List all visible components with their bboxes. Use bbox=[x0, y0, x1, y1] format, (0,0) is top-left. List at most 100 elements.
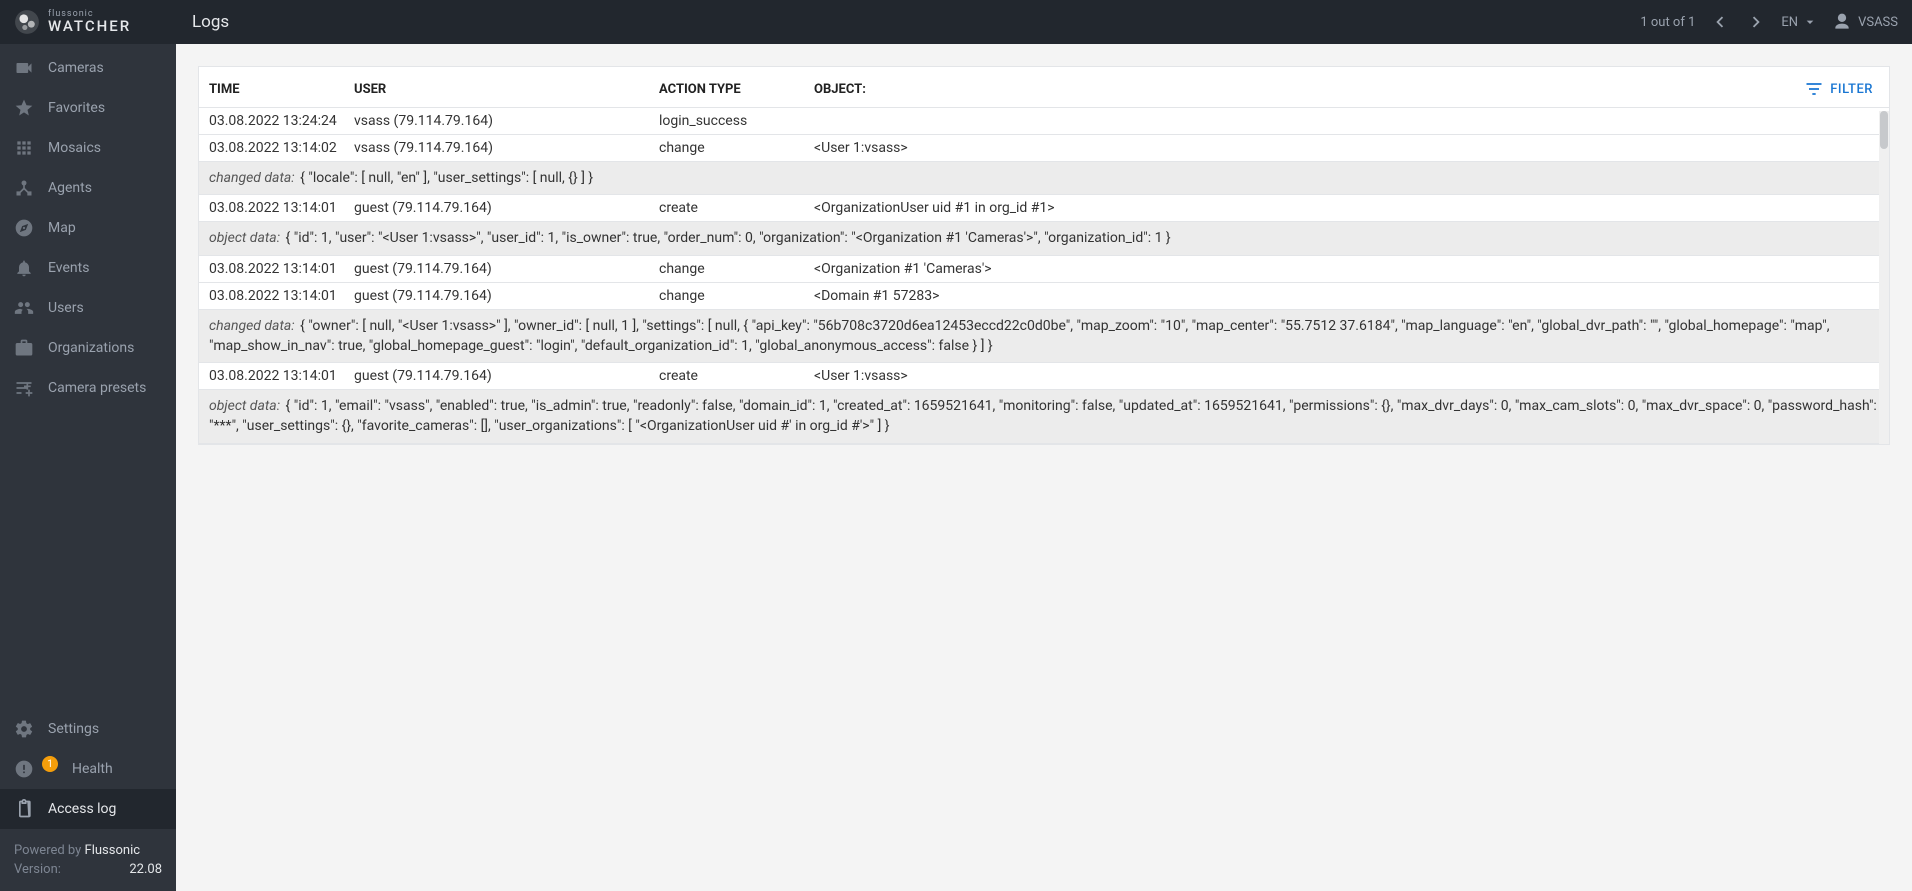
sidebar-item-label: Favorites bbox=[48, 100, 105, 116]
app-header: flussonic WATCHER Logs 1 out of 1 EN VSA… bbox=[0, 0, 1912, 44]
cell-time: 03.08.2022 13:14:01 bbox=[209, 261, 354, 277]
column-action: ACTION TYPE bbox=[659, 82, 814, 97]
cell-object: <User 1:vsass> bbox=[814, 368, 1879, 384]
powered-by-value: Flussonic bbox=[85, 843, 141, 858]
sidebar: Cameras Favorites Mosaics Agents Map Events Us… bbox=[0, 44, 176, 891]
sidebar-item-access-log[interactable]: Access log bbox=[0, 789, 176, 829]
detail-text: { "owner": [ null, "<User 1:vsass>" ], "… bbox=[209, 318, 1830, 354]
log-row[interactable]: 03.08.2022 13:14:01guest (79.114.79.164)… bbox=[199, 283, 1889, 310]
cell-time: 03.08.2022 13:14:01 bbox=[209, 200, 354, 216]
cell-action: login_success bbox=[659, 113, 814, 129]
sidebar-footer: Powered by Flussonic Version: 22.08 bbox=[0, 829, 176, 891]
scrollbar[interactable] bbox=[1879, 111, 1889, 444]
sidebar-item-label: Access log bbox=[48, 801, 116, 817]
cell-user: vsass (79.114.79.164) bbox=[354, 113, 659, 129]
cell-action: change bbox=[659, 288, 814, 304]
apps-icon bbox=[14, 138, 34, 158]
user-menu[interactable]: VSASS bbox=[1832, 12, 1898, 32]
detail-text: { "id": 1, "email": "vsass", "enabled": … bbox=[209, 398, 1877, 434]
main-content: TIME USER ACTION TYPE OBJECT: FILTER 03.… bbox=[176, 44, 1912, 891]
sidebar-item-label: Agents bbox=[48, 180, 92, 196]
cell-object: <OrganizationUser uid #1 in org_id #1> bbox=[814, 200, 1879, 216]
star-icon bbox=[14, 98, 34, 118]
filter-label: FILTER bbox=[1830, 82, 1873, 97]
column-object: OBJECT: bbox=[814, 82, 1804, 97]
log-row[interactable]: 03.08.2022 13:14:01guest (79.114.79.164)… bbox=[199, 363, 1889, 390]
pagination-text: 1 out of 1 bbox=[1640, 15, 1695, 30]
detail-label: changed data: bbox=[209, 318, 295, 334]
sidebar-item-map[interactable]: Map bbox=[0, 208, 176, 248]
sidebar-item-label: Map bbox=[48, 220, 76, 236]
filter-button[interactable]: FILTER bbox=[1804, 79, 1879, 99]
cell-action: create bbox=[659, 200, 814, 216]
log-detail-row: object data: { "id": 1, "email": "vsass"… bbox=[199, 390, 1889, 444]
sidebar-item-label: Camera presets bbox=[48, 380, 146, 396]
group-icon bbox=[14, 298, 34, 318]
sidebar-item-agents[interactable]: Agents bbox=[0, 168, 176, 208]
log-row[interactable]: 03.08.2022 13:24:24vsass (79.114.79.164)… bbox=[199, 108, 1889, 135]
sidebar-item-cameras[interactable]: Cameras bbox=[0, 48, 176, 88]
detail-label: object data: bbox=[209, 398, 280, 414]
version-value: 22.08 bbox=[129, 862, 162, 877]
cell-time: 03.08.2022 13:14:01 bbox=[209, 368, 354, 384]
language-select[interactable]: EN bbox=[1781, 14, 1818, 30]
sidebar-item-label: Events bbox=[48, 260, 89, 276]
filter-icon bbox=[1804, 79, 1824, 99]
sidebar-item-label: Settings bbox=[48, 721, 99, 737]
clipboard-icon bbox=[14, 799, 34, 819]
cell-user: guest (79.114.79.164) bbox=[354, 368, 659, 384]
username-label: VSASS bbox=[1858, 15, 1898, 30]
powered-by-label: Powered by bbox=[14, 843, 81, 858]
sidebar-item-camera-presets[interactable]: Camera presets bbox=[0, 368, 176, 408]
brand[interactable]: flussonic WATCHER bbox=[14, 9, 174, 35]
bell-icon bbox=[14, 258, 34, 278]
detail-text: { "locale": [ null, "en" ], "user_settin… bbox=[300, 170, 593, 186]
device-hub-icon bbox=[14, 178, 34, 198]
page-next-button[interactable] bbox=[1745, 11, 1767, 33]
cell-user: guest (79.114.79.164) bbox=[354, 288, 659, 304]
tune-icon bbox=[14, 378, 34, 398]
log-detail-row: changed data: { "owner": [ null, "<User … bbox=[199, 310, 1889, 364]
log-table: TIME USER ACTION TYPE OBJECT: FILTER 03.… bbox=[198, 66, 1890, 445]
cell-user: guest (79.114.79.164) bbox=[354, 261, 659, 277]
videocam-icon bbox=[14, 58, 34, 78]
column-time: TIME bbox=[209, 82, 354, 97]
sidebar-item-events[interactable]: Events bbox=[0, 248, 176, 288]
brand-large-text: WATCHER bbox=[48, 19, 131, 34]
detail-text: { "id": 1, "user": "<User 1:vsass>", "us… bbox=[286, 230, 1171, 246]
cell-action: create bbox=[659, 368, 814, 384]
cell-object: <Domain #1 57283> bbox=[814, 288, 1879, 304]
badge: 1 bbox=[42, 756, 58, 772]
log-detail-row: changed data: { "locale": [ null, "en" ]… bbox=[199, 162, 1889, 195]
log-table-header: TIME USER ACTION TYPE OBJECT: FILTER bbox=[199, 67, 1889, 108]
sidebar-item-health[interactable]: 1 Health bbox=[0, 749, 176, 789]
explore-icon bbox=[14, 218, 34, 238]
sidebar-item-label: Users bbox=[48, 300, 84, 316]
cell-time: 03.08.2022 13:24:24 bbox=[209, 113, 354, 129]
version-label: Version: bbox=[14, 862, 61, 877]
cell-user: guest (79.114.79.164) bbox=[354, 200, 659, 216]
sidebar-item-label: Mosaics bbox=[48, 140, 101, 156]
brand-logo-icon bbox=[14, 9, 40, 35]
sidebar-item-label: Organizations bbox=[48, 340, 134, 356]
cell-user: vsass (79.114.79.164) bbox=[354, 140, 659, 156]
sidebar-item-favorites[interactable]: Favorites bbox=[0, 88, 176, 128]
cell-object: <Organization #1 'Cameras'> bbox=[814, 261, 1879, 277]
log-row[interactable]: 03.08.2022 13:14:02vsass (79.114.79.164)… bbox=[199, 135, 1889, 162]
language-label: EN bbox=[1781, 15, 1798, 30]
log-row[interactable]: 03.08.2022 13:14:01guest (79.114.79.164)… bbox=[199, 256, 1889, 283]
page-prev-button[interactable] bbox=[1709, 11, 1731, 33]
log-row[interactable]: 03.08.2022 13:14:01guest (79.114.79.164)… bbox=[199, 195, 1889, 222]
page-title: Logs bbox=[192, 12, 229, 32]
sidebar-item-label: Health bbox=[72, 761, 113, 777]
briefcase-icon bbox=[14, 338, 34, 358]
sidebar-item-organizations[interactable]: Organizations bbox=[0, 328, 176, 368]
sidebar-item-settings[interactable]: Settings bbox=[0, 709, 176, 749]
gear-icon bbox=[14, 719, 34, 739]
cell-time: 03.08.2022 13:14:01 bbox=[209, 288, 354, 304]
sidebar-item-label: Cameras bbox=[48, 60, 104, 76]
sidebar-item-mosaics[interactable]: Mosaics bbox=[0, 128, 176, 168]
cell-object: <User 1:vsass> bbox=[814, 140, 1879, 156]
cell-action: change bbox=[659, 261, 814, 277]
sidebar-item-users[interactable]: Users bbox=[0, 288, 176, 328]
